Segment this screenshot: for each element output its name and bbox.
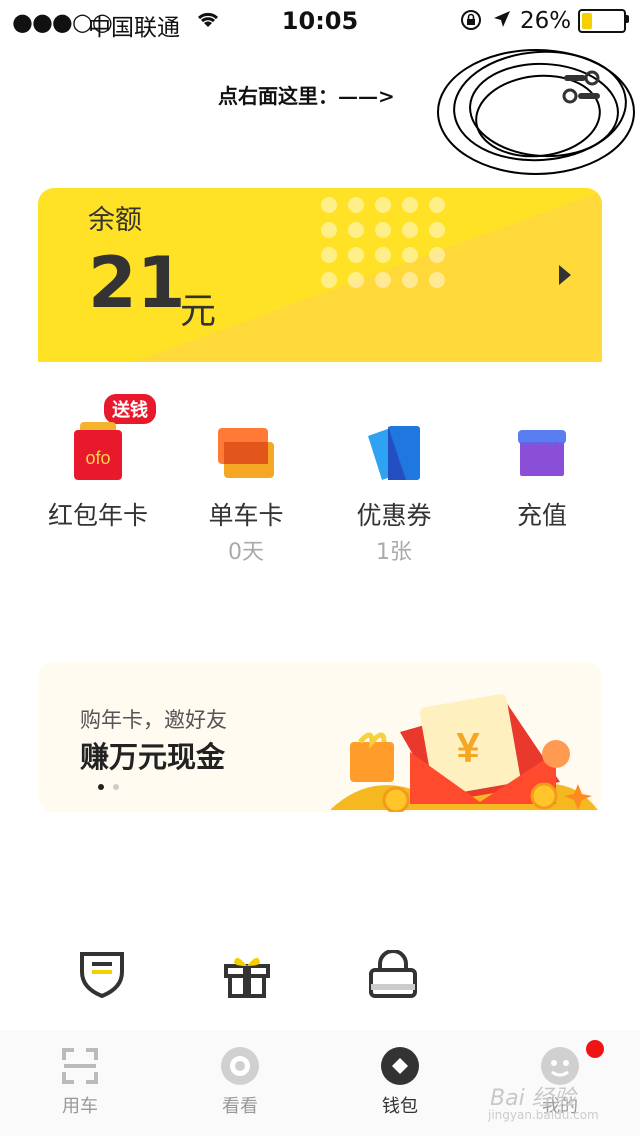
tab-label: 钱包 [382, 1096, 418, 1117]
bag-lock-icon[interactable] [368, 950, 418, 1000]
battery-percent: 26% [520, 8, 572, 34]
coupon-icon [368, 426, 420, 480]
eye-icon [221, 1047, 259, 1085]
balance-label: 余额 [88, 205, 142, 236]
card-dot [375, 197, 391, 213]
banner-subtitle: 购年卡，邀好友 [80, 708, 227, 732]
card-dot [402, 247, 418, 263]
card-dot [429, 247, 445, 263]
location-icon [492, 9, 512, 33]
svg-text:¥: ¥ [456, 724, 480, 771]
quick-action-coupon[interactable]: 优惠券 1张 [314, 390, 474, 566]
quick-action-label: 优惠券 [356, 501, 432, 530]
watermark-url: jingyan.baidu.com [488, 1108, 599, 1122]
scan-icon [62, 1048, 98, 1084]
orientation-lock-icon [460, 9, 482, 35]
battery-icon [578, 9, 626, 33]
quick-action-label: 红包年卡 [47, 501, 148, 530]
card-dot [429, 222, 445, 238]
filter-settings-icon[interactable] [560, 70, 604, 106]
quick-action-recharge[interactable]: 充值 [462, 390, 622, 532]
balance-unit: 元 [180, 291, 217, 332]
chevron-right-icon[interactable] [556, 263, 574, 287]
quick-action-red-envelope[interactable]: ofo 红包年卡 [18, 390, 178, 532]
red-envelope-illustration: ¥ [330, 693, 598, 812]
red-envelope-icon: ofo [74, 422, 122, 480]
card-dot [402, 272, 418, 288]
quick-action-label: 单车卡 [208, 501, 284, 530]
card-dot [348, 222, 364, 238]
notification-dot [586, 1040, 604, 1058]
quick-action-sub: 0天 [228, 540, 264, 565]
quick-action-label: 充值 [516, 501, 567, 530]
card-dot [429, 197, 445, 213]
balance-amount: 21 [88, 242, 186, 324]
quick-action-bike-card[interactable]: 单车卡 0天 [166, 390, 326, 566]
card-dot [375, 272, 391, 288]
card-dot [348, 272, 364, 288]
tab-explore[interactable]: 看看 [180, 1046, 300, 1118]
bike-card-icon [218, 428, 274, 478]
shield-icon[interactable] [78, 950, 126, 998]
card-dot [402, 222, 418, 238]
card-dot [348, 197, 364, 213]
card-dot [375, 222, 391, 238]
carousel-indicator[interactable] [97, 782, 127, 792]
banner-title: 赚万元现金 [80, 740, 226, 774]
card-dot [321, 197, 337, 213]
quick-action-sub: 1张 [376, 540, 412, 565]
card-dot [321, 247, 337, 263]
tab-ride[interactable]: 用车 [20, 1046, 140, 1118]
wallet-icon [381, 1047, 419, 1085]
battery-tip [626, 15, 629, 23]
card-dot [348, 247, 364, 263]
svg-text:ofo: ofo [85, 448, 110, 468]
gift-icon[interactable] [222, 950, 272, 1000]
tab-label: 用车 [62, 1096, 98, 1117]
card-dot [321, 222, 337, 238]
card-dot [402, 197, 418, 213]
hint-text: 点右面这里：——> [218, 84, 395, 108]
card-dot [429, 272, 445, 288]
card-dot-pattern [321, 197, 445, 288]
tab-wallet[interactable]: 钱包 [340, 1046, 460, 1118]
card-dot [321, 272, 337, 288]
battery-fill [582, 13, 592, 29]
card-dot [375, 247, 391, 263]
hand-drawn-circle [437, 49, 635, 175]
tab-label: 看看 [222, 1096, 258, 1117]
status-bar: ●●●○○ 中国联通 10:05 26% [0, 0, 640, 41]
shop-icon [518, 430, 566, 476]
